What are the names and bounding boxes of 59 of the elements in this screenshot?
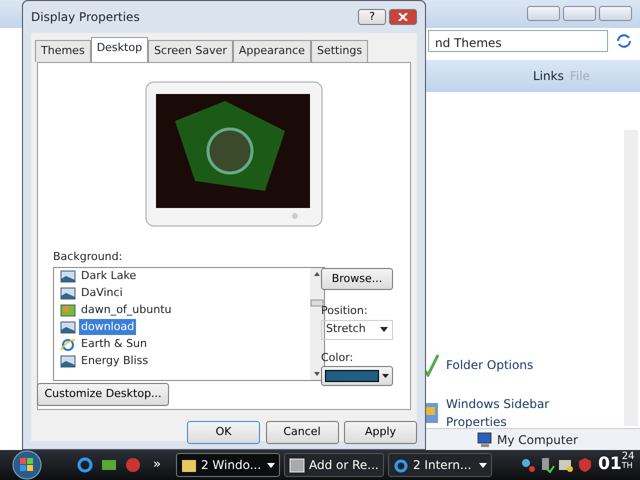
image-file-icon	[60, 354, 76, 368]
image-file-icon	[60, 320, 76, 334]
caret-icon[interactable]	[266, 462, 275, 468]
media-icon[interactable]	[124, 456, 142, 474]
tab[interactable]: Settings	[310, 40, 368, 62]
computer-icon[interactable]	[539, 457, 556, 473]
minimize-button[interactable]	[527, 6, 560, 21]
list-item[interactable]: Dark Lake	[79, 268, 138, 284]
image-file-icon	[60, 304, 76, 316]
image-file-icon	[60, 270, 76, 282]
position-label: Position:	[321, 302, 368, 318]
window-title: Display Properties	[31, 9, 141, 26]
close-icon[interactable]	[398, 13, 408, 21]
status-text: My Computer	[497, 432, 578, 448]
list-item[interactable]: Energy Bliss	[79, 352, 150, 370]
color-label: Color:	[321, 350, 354, 366]
clock-minute: 24	[622, 452, 634, 462]
apply-button[interactable]: Apply	[344, 421, 417, 444]
calendar-icon[interactable]	[558, 457, 574, 473]
ok-button[interactable]: OK	[187, 421, 260, 444]
list-item[interactable]: dawn_of_ubuntu	[79, 302, 174, 318]
background-label: Background:	[53, 248, 122, 264]
browse-button[interactable]: Browse...	[321, 268, 393, 290]
list-item[interactable]: DaVinci	[79, 284, 125, 302]
address-bar[interactable]: nd Themes	[428, 30, 608, 52]
position-dropdown[interactable]: Stretch	[321, 320, 393, 340]
tab[interactable]: Appearance	[232, 40, 311, 62]
tab[interactable]: Screen Saver	[148, 40, 233, 62]
list-item[interactable]: Earth & Sun	[79, 336, 149, 352]
clock-hour: 01	[598, 453, 622, 476]
taskbar-button[interactable]: Add or Re...	[284, 453, 384, 477]
more-button[interactable]: »	[152, 454, 162, 476]
image-file-icon	[60, 286, 76, 300]
browser-icon	[392, 456, 409, 474]
links-label[interactable]: Links	[533, 67, 564, 85]
tab[interactable]: Themes	[35, 40, 91, 62]
tab[interactable]: Desktop	[90, 37, 148, 62]
globe-icon	[60, 338, 76, 350]
control-panel-link[interactable]: Windows Sidebar Properties	[446, 395, 556, 431]
clock-suffix: TH	[622, 462, 634, 470]
network-icon[interactable]	[520, 457, 536, 473]
shield-icon[interactable]	[576, 457, 593, 473]
browser-icon[interactable]	[76, 456, 94, 474]
cancel-button[interactable]: Cancel	[266, 421, 338, 444]
computer-icon	[475, 432, 493, 448]
close-button[interactable]	[599, 6, 632, 21]
close-button[interactable]	[389, 9, 417, 25]
taskbar-button[interactable]: 2 Windo...	[176, 453, 280, 477]
color-picker[interactable]	[321, 366, 393, 386]
window-icon	[288, 456, 305, 474]
help-button[interactable]: ?	[358, 9, 386, 25]
caret-icon[interactable]	[382, 374, 389, 378]
list-item[interactable]: download	[79, 318, 136, 336]
customize-desktop-button[interactable]: Customize Desktop...	[37, 383, 169, 406]
control-panel-link[interactable]: Folder Options	[446, 356, 556, 374]
caret-icon[interactable]	[380, 327, 388, 332]
caret-icon[interactable]	[478, 462, 487, 468]
taskbar-button[interactable]: 2 Intern...	[388, 453, 492, 477]
maximize-button[interactable]	[563, 6, 596, 21]
